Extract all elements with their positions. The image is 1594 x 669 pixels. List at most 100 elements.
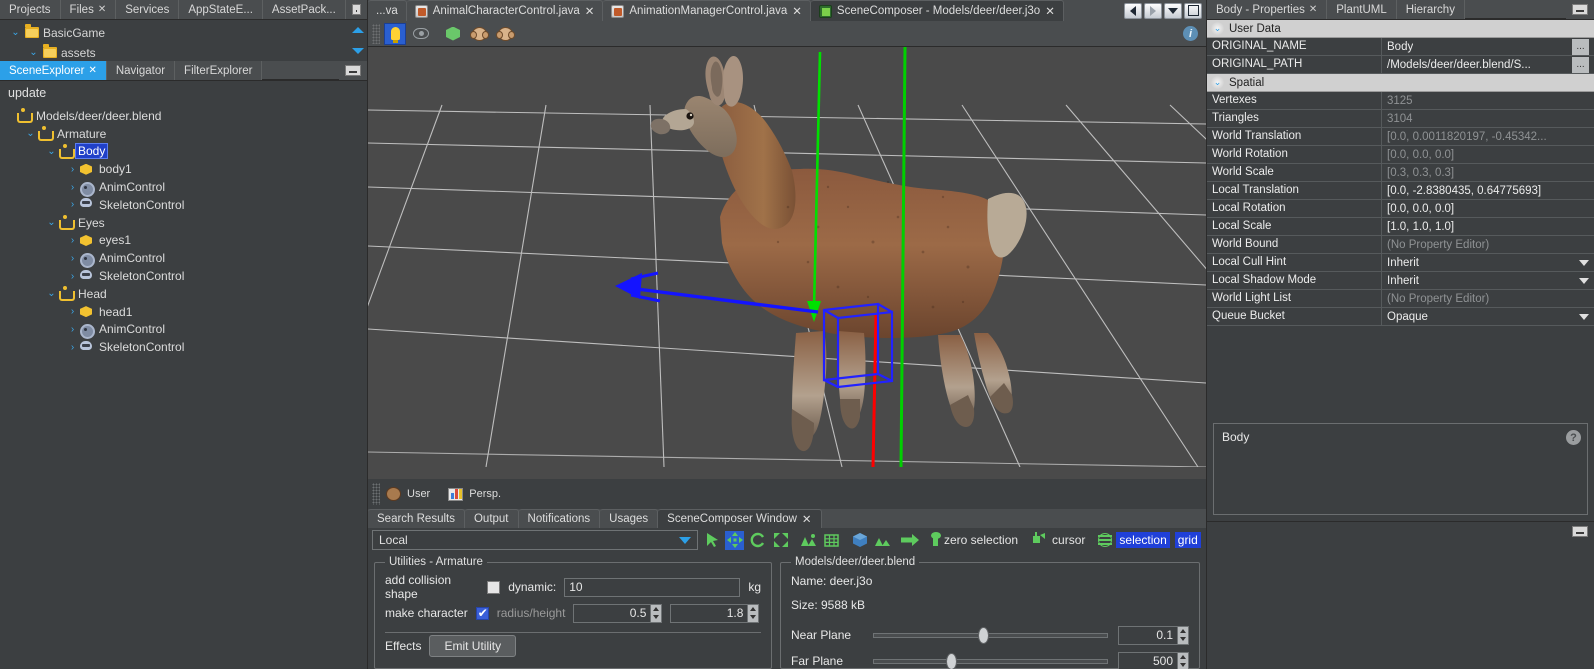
far-plane-slider[interactable] [873,656,1108,666]
scene-tree-node[interactable]: ⌄Head [0,285,367,303]
move-tool-icon[interactable] [725,531,744,550]
scene-tree-node[interactable]: ›SkeletonControl [0,338,367,356]
chevron-down-icon[interactable] [1579,314,1589,320]
chevron-down-icon[interactable] [679,537,691,544]
eye-icon[interactable] [410,23,432,45]
project-tree-row[interactable]: ⌄ BasicGame [6,24,367,41]
ellipsis-button[interactable]: ... [1572,57,1589,73]
tab-assetpack[interactable]: AssetPack... [263,0,346,19]
transform-space-select[interactable]: Local [372,530,698,550]
scene-tree-node[interactable]: Models/deer/deer.blend [0,107,367,125]
chevron-down-icon[interactable]: ⌄ [46,146,57,157]
property-value[interactable]: Opaque [1382,308,1594,325]
tab-scroll-left-button[interactable] [1124,3,1142,19]
minimize-button[interactable] [352,4,361,15]
scene-tree-node[interactable]: ›AnimControl [0,249,367,267]
close-icon[interactable]: ✕ [88,65,96,76]
editor-tab-animalcharactercontrol[interactable]: AnimalCharacterControl.java ✕ [407,0,604,21]
chevron-right-icon[interactable]: › [67,164,78,175]
tab-filter-explorer[interactable]: FilterExplorer [175,61,262,80]
property-value[interactable]: Inherit [1382,272,1594,289]
scene-tree-node[interactable]: ›eyes1 [0,232,367,250]
close-icon[interactable]: ✕ [792,4,802,18]
chevron-up-icon[interactable] [352,27,364,33]
ellipsis-button[interactable]: ... [1572,39,1589,55]
chevron-right-icon[interactable]: › [67,342,78,353]
near-plane-stepper[interactable]: 0.1 [1118,626,1189,645]
tab-plantuml[interactable]: PlantUML [1327,0,1397,19]
chevron-right-icon[interactable]: › [67,324,78,335]
near-plane-slider[interactable] [873,630,1108,640]
scene-tree-node[interactable]: ›AnimControl [0,321,367,339]
info-icon[interactable]: i [1183,26,1198,41]
property-value[interactable]: [1.0, 1.0, 1.0] [1382,218,1594,235]
editor-tab-animationmanagercontrol[interactable]: AnimationManagerControl.java ✕ [603,0,811,21]
close-icon[interactable]: ✕ [802,512,812,526]
property-value[interactable]: [0.0, 0.0, 0.0] [1382,200,1594,217]
far-plane-input[interactable]: 500 [1118,652,1178,669]
grid-toggle[interactable]: grid [1175,532,1201,548]
tab-search-results[interactable]: Search Results [368,509,465,528]
rotate-tool-icon[interactable] [748,531,767,550]
cursor-arrow-icon[interactable] [702,531,721,550]
scene-tree-node[interactable]: ›body1 [0,160,367,178]
3d-viewport[interactable] [368,47,1206,479]
tab-notifications[interactable]: Notifications [519,509,601,528]
tab-projects[interactable]: Projects [0,0,61,19]
toolbar-grip[interactable] [372,24,380,44]
monkey-head-icon[interactable] [494,23,516,45]
chevron-down-icon[interactable]: ⌄ [46,288,57,299]
chevron-down-icon[interactable] [352,48,364,54]
radius-input[interactable]: 0.5 [573,604,651,623]
scene-tree[interactable]: Models/deer/deer.blend⌄Armature⌄Body›bod… [0,105,367,669]
vegetation-tool-icon[interactable] [873,531,892,550]
property-value[interactable]: [0.0, -2.8380435, 0.64775693] [1382,182,1594,199]
property-value[interactable]: Inherit [1382,254,1594,271]
chevron-down-icon[interactable]: ⌄ [10,27,21,38]
height-stepper[interactable]: 1.8 [670,604,759,623]
close-icon[interactable]: ✕ [1045,4,1055,18]
tab-scroll-right-button[interactable] [1144,3,1162,19]
monkey-head-icon[interactable] [468,23,490,45]
cube-icon[interactable] [442,23,464,45]
tab-files[interactable]: Files✕ [61,0,117,19]
help-icon[interactable]: ? [1566,430,1581,445]
near-plane-input[interactable]: 0.1 [1118,626,1178,645]
property-value[interactable]: Body... [1382,38,1594,55]
scene-tree-node[interactable]: ⌄Armature [0,125,367,143]
scene-tree-node[interactable]: ⌄Eyes [0,214,367,232]
terrain-tool-icon[interactable] [799,531,818,550]
properties-table[interactable]: ⌄User DataORIGINAL_NAMEBody...ORIGINAL_P… [1207,20,1594,326]
move-to-icon[interactable] [901,531,920,550]
radius-stepper[interactable]: 0.5 [573,604,662,623]
tab-scenecomposer-window[interactable]: SceneComposer Window✕ [658,509,821,528]
project-tree-scroll-arrows[interactable] [351,20,365,61]
chevron-down-icon[interactable]: ⌄ [25,128,36,139]
close-icon[interactable]: ✕ [98,4,106,15]
minimize-button[interactable] [1572,4,1588,15]
minimize-button[interactable] [345,65,361,76]
tab-output[interactable]: Output [465,509,519,528]
zero-selection-label[interactable]: zero selection [944,533,1018,547]
project-tree-row[interactable]: ⌄ assets [6,44,367,61]
chevron-right-icon[interactable]: › [67,182,78,193]
tab-body-properties[interactable]: Body - Properties✕ [1207,0,1327,19]
chevron-down-icon[interactable]: ⌄ [1211,22,1224,35]
chevron-right-icon[interactable]: › [67,253,78,264]
chevron-down-icon[interactable] [1579,278,1589,284]
grid-globe-icon[interactable] [1098,533,1112,547]
chevron-down-icon[interactable]: ⌄ [1211,76,1224,89]
scale-tool-icon[interactable] [771,531,790,550]
chevron-down-icon[interactable]: ⌄ [46,217,57,228]
property-value[interactable]: /Models/deer/deer.blend/S...... [1382,56,1594,73]
zero-selection-icon[interactable] [933,534,938,546]
chevron-right-icon[interactable]: › [67,235,78,246]
geometry-tool-icon[interactable] [850,531,869,550]
light-bulb-icon[interactable] [384,23,406,45]
chevron-down-icon[interactable] [1579,260,1589,266]
minimize-button[interactable] [1572,526,1588,537]
add-collision-shape-checkbox[interactable] [487,581,500,594]
scene-tree-node[interactable]: ›head1 [0,303,367,321]
scene-tree-node[interactable]: ›SkeletonControl [0,267,367,285]
emit-utility-button[interactable]: Emit Utility [429,635,516,657]
